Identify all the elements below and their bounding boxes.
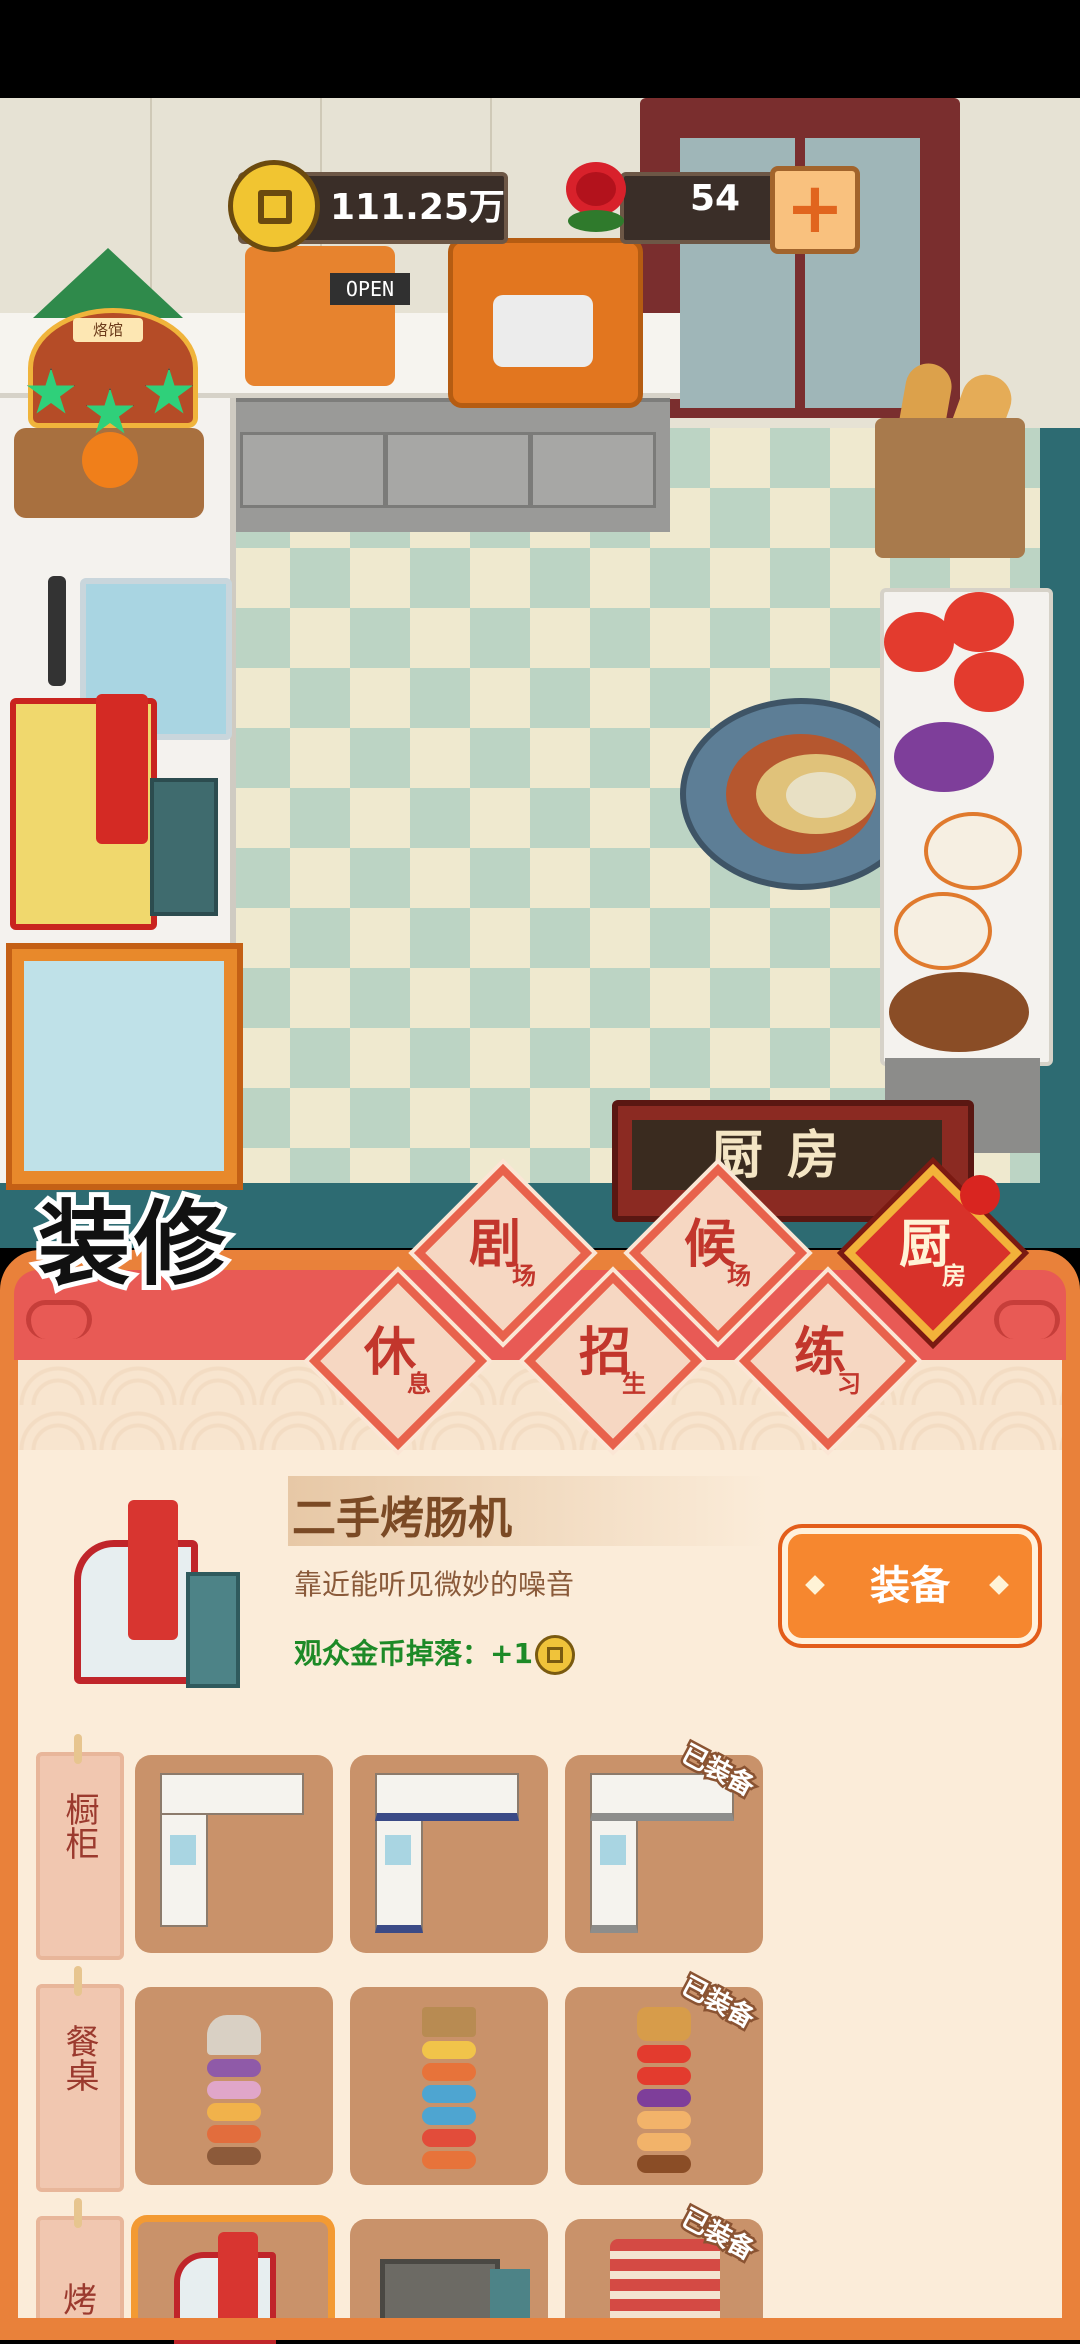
tab-practice[interactable]: 练习 (745, 1278, 895, 1428)
tab-rest[interactable]: 休息 (315, 1278, 465, 1428)
diamond-icon (805, 1575, 825, 1595)
item-preview-image (68, 1500, 240, 1688)
category-cabinets[interactable]: 橱柜 (36, 1734, 124, 1960)
diamond-icon (989, 1575, 1009, 1595)
dining-table[interactable] (880, 588, 1053, 1066)
floor-mat (150, 778, 218, 916)
tab-rest-sub: 息 (407, 1369, 431, 1398)
category-grills-label: 烤 (63, 2281, 97, 2321)
item-effect-text: 观众金币掉落：+1 (294, 1637, 533, 1670)
coin-icon (228, 160, 320, 252)
cabinet-option-2[interactable] (350, 1755, 548, 1953)
grill-option-1[interactable] (131, 2215, 335, 2344)
fryer-station[interactable] (245, 246, 395, 386)
table-option-2[interactable] (350, 1987, 548, 2185)
table-option-1[interactable] (135, 1987, 333, 2185)
restaurant-badge[interactable]: 烙馆 (18, 248, 198, 448)
tab-recruit[interactable]: 招生 (530, 1278, 680, 1428)
counter-drawers (230, 398, 670, 532)
cake-icon (894, 892, 992, 970)
notification-dot (960, 1175, 1000, 1215)
cake-icon (924, 812, 1022, 890)
dessert-icon (954, 652, 1024, 712)
coffee-icon (889, 972, 1029, 1052)
dessert-icon (944, 592, 1014, 652)
faucet-icon (48, 576, 66, 686)
coin-icon (534, 1635, 575, 1675)
stall-sign: 烙馆 (73, 318, 143, 342)
category-tables[interactable]: 餐桌 (36, 1966, 124, 2192)
kitchen-scene: 烙馆 OPEN (0, 98, 1080, 1248)
tab-practice-sub: 习 (837, 1369, 861, 1398)
item-effect: 观众金币掉落：+1 (294, 1632, 575, 1675)
fruit-icon (894, 722, 994, 792)
rose-value: 54 (690, 178, 741, 219)
cabinet-option-1[interactable] (135, 1755, 333, 1953)
item-description: 靠近能听见微妙的噪音 (294, 1568, 575, 1601)
sausage-grill-machine[interactable] (10, 694, 157, 930)
coin-value: 111.25万 (330, 187, 505, 228)
category-grills[interactable]: 烤 (36, 2198, 124, 2334)
category-cabinets-label: 橱柜 (59, 1792, 99, 1860)
grill-option-2[interactable] (350, 2219, 548, 2329)
item-name: 二手烤肠机 (292, 1493, 512, 1544)
rose-icon (548, 152, 644, 248)
equip-label: 装备 (870, 1562, 950, 1609)
tab-kitchen-sub: 房 (942, 1261, 966, 1290)
page-title: 装修 (33, 1185, 231, 1303)
bread-bag (875, 418, 1025, 558)
ice-cream-freezer[interactable] (6, 943, 243, 1190)
open-sign: OPEN (330, 273, 410, 305)
oven[interactable] (448, 238, 643, 408)
add-roses-button[interactable]: + (770, 166, 860, 254)
panel-bottom-edge (0, 2318, 1080, 2340)
category-tables-label: 餐桌 (59, 2024, 99, 2092)
tab-recruit-sub: 生 (622, 1369, 646, 1398)
status-bar (0, 0, 1080, 98)
equip-button[interactable]: 装备 (782, 1528, 1038, 1644)
